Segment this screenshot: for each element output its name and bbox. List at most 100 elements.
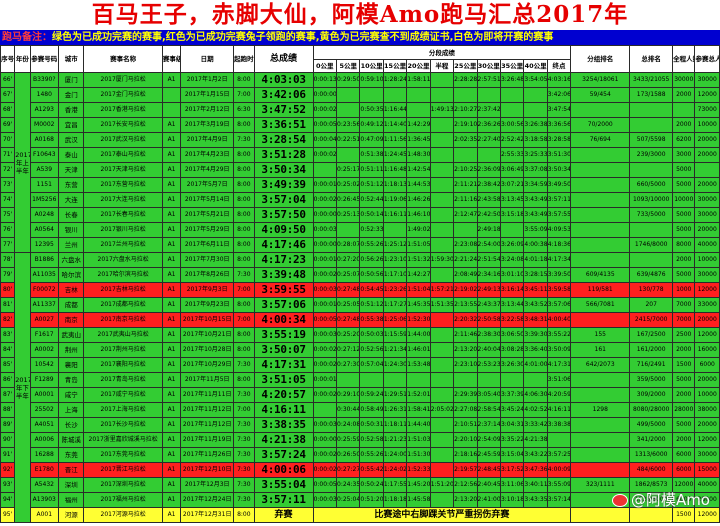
row-start: 8:00 <box>233 192 255 208</box>
row-split <box>476 372 501 388</box>
row-participants: 2000 <box>672 87 696 103</box>
row-rank: 642/2073 <box>570 357 631 373</box>
row-split: 0:52:56 <box>359 342 384 358</box>
row-race: 2017荆州马拉松 <box>83 342 163 358</box>
row-split: 2:11:21 <box>453 177 478 193</box>
row-split: 2:38:30 <box>476 327 501 343</box>
row-split: 3:51:30 <box>546 147 572 163</box>
row-seq: 93' <box>0 477 16 493</box>
row-split: 1:17:55 <box>382 477 408 493</box>
row-city: 哈尔滨 <box>58 267 85 283</box>
row-seq: 94' <box>0 492 16 508</box>
row-split: 2:11:16 <box>453 192 478 208</box>
row-total-rank: 639/4876 <box>629 267 674 283</box>
row-level: A1 <box>161 387 182 403</box>
row-split <box>335 147 361 163</box>
row-split: 1:18:13 <box>382 177 408 193</box>
row-start: 7:30 <box>233 417 255 433</box>
table-row: 71' F10643 泰山 2017泰山马拉松 A1 2017年4月23日 8:00 3:51… <box>0 147 720 163</box>
row-split: 3:17:52 <box>499 462 525 478</box>
header-start: 起跑时间 <box>233 45 255 73</box>
row-start: 8:00 <box>233 297 255 313</box>
row-split: 3:45:11 <box>523 282 548 298</box>
row-split: 3:37:08 <box>523 162 548 178</box>
row-result: 弃赛 <box>253 507 314 523</box>
row-split: 0:50:31 <box>359 417 384 433</box>
row-split: 3:05:40 <box>476 387 501 403</box>
row-total-rank: 3433/21055 <box>629 72 674 88</box>
row-split: 0:29:50 <box>335 72 361 88</box>
row-total-rank: 499/5000 <box>629 417 674 433</box>
row-entrants: 16000 <box>694 342 720 358</box>
row-rank: 3254/18061 <box>570 72 631 88</box>
row-race: 2017东莞马拉松 <box>83 447 163 463</box>
row-date: 2017年6月11日 <box>180 237 235 253</box>
header-split: 15公里 <box>382 59 408 73</box>
row-level: A1 <box>161 222 182 238</box>
row-date: 2017年12月24日 <box>180 492 235 508</box>
row-city: 陈城溪 <box>58 432 85 448</box>
row-result: 3:49:39 <box>253 177 314 193</box>
row-rank: 59/454 <box>570 87 631 103</box>
table-row: 87' A0001 咸宁 2017咸宁马拉松 A1 2017年11月11日 7:30 4:20… <box>0 387 720 403</box>
row-split: 3:35:22 <box>499 432 525 448</box>
row-split: 3:45:24 <box>499 402 525 418</box>
row-start: 7:30 <box>233 477 255 493</box>
row-bib: A0001 <box>29 387 60 403</box>
row-split: 2:23:10 <box>453 357 478 373</box>
row-split: 1:53:48 <box>406 357 431 373</box>
row-split: 0:00:02 <box>312 387 338 403</box>
row-split: 1:11:56 <box>382 132 408 148</box>
row-split: 2:43:58 <box>476 192 501 208</box>
table-row: 74' 1M5256 大连 2017大连马拉松 A1 2017年5月14日 8:00 3:57… <box>0 192 720 208</box>
row-race: 2017咸宁马拉松 <box>83 387 163 403</box>
row-split: 3:43:52 <box>523 297 548 313</box>
row-split: 2:27:08 <box>453 402 478 418</box>
row-split: 2:54:00 <box>476 237 501 253</box>
row-split <box>406 102 431 118</box>
row-split: 0:51:12 <box>359 177 384 193</box>
row-split <box>499 87 525 103</box>
row-split: 3:36:40 <box>523 342 548 358</box>
row-split: 0:51:20 <box>359 492 384 508</box>
row-seq: 67' <box>0 87 16 103</box>
row-start: 8:00 <box>233 507 255 523</box>
row-split: 1:45:35 <box>406 297 431 313</box>
row-total-rank: 660/5000 <box>629 177 674 193</box>
row-start: 8:00 <box>233 162 255 178</box>
row-split: 0:00:03 <box>312 492 338 508</box>
row-split: 3:49:50 <box>546 177 572 193</box>
row-level: A1 <box>161 177 182 193</box>
table-row: 85' 10542 襄阳 2017襄阳马拉松 A1 2017年10月29日 7:30 4:17… <box>0 357 720 373</box>
row-split: 0:55:42 <box>359 462 384 478</box>
row-rank <box>570 222 631 238</box>
row-total-rank: 207 <box>629 297 674 313</box>
header-date: 日期 <box>180 45 235 73</box>
row-split: 3:50:34 <box>546 162 572 178</box>
row-race: 2017哈尔滨马拉松 <box>83 267 163 283</box>
row-entrants: 20000 <box>694 177 720 193</box>
row-bib: 12395 <box>29 237 60 253</box>
row-split <box>429 237 455 253</box>
row-split: 3:39:30 <box>523 327 548 343</box>
row-rank <box>570 252 631 268</box>
row-split: 3:47:54 <box>546 102 572 118</box>
row-split: 0:00:03 <box>312 417 338 433</box>
row-level: A1 <box>161 357 182 373</box>
row-level <box>161 102 182 118</box>
row-split: 3:51:06 <box>546 372 572 388</box>
row-entrants: 40000 <box>694 237 720 253</box>
row-total-rank <box>629 162 674 178</box>
row-split <box>382 87 408 103</box>
row-date: 2017年12月10日 <box>180 462 235 478</box>
row-start: 7:00 <box>233 312 255 328</box>
row-seq: 83' <box>0 327 16 343</box>
row-race: 2017东营马拉松 <box>83 177 163 193</box>
row-level <box>161 87 182 103</box>
row-seq: 88' <box>0 402 16 418</box>
row-result: 4:21:38 <box>253 432 314 448</box>
row-split: 2:52:42 <box>499 132 525 148</box>
table-row: 75' A0248 长春 2017长春马拉松 A1 2017年5月21日 8:00 3:57:… <box>0 207 720 223</box>
row-split: 2:40:45 <box>476 477 501 493</box>
row-split <box>453 222 478 238</box>
